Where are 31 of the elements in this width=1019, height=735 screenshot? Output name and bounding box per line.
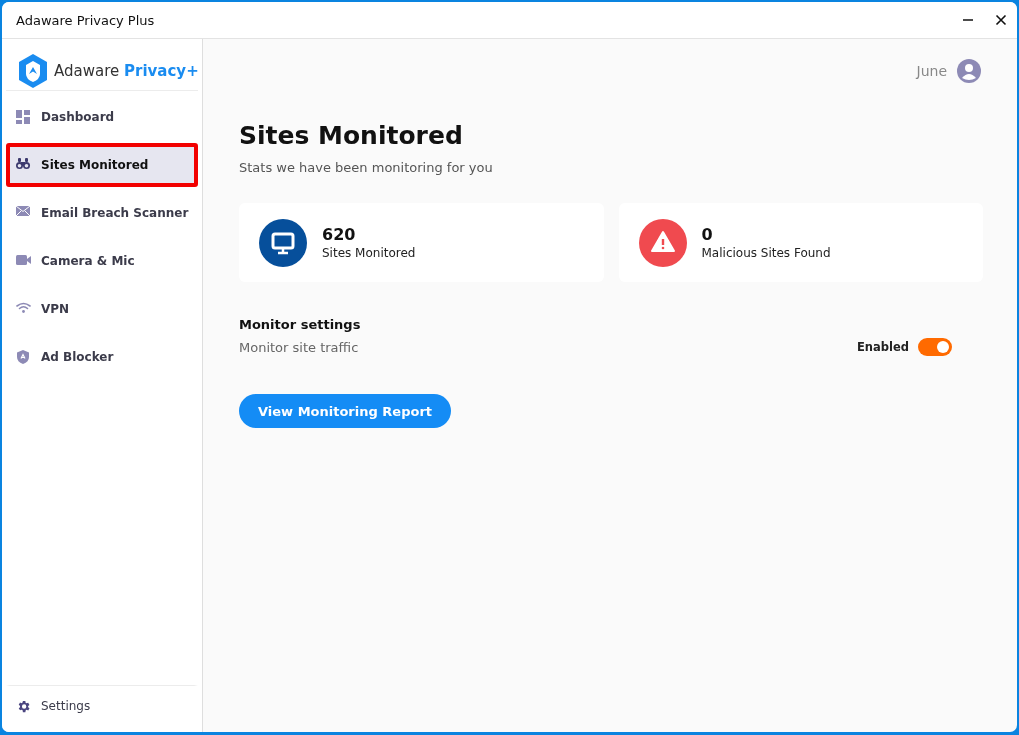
logo-text: Adaware Privacy+ bbox=[54, 62, 199, 80]
video-camera-icon bbox=[16, 254, 31, 268]
close-icon bbox=[994, 14, 1007, 26]
stat-label: Malicious Sites Found bbox=[701, 246, 831, 260]
nav-item[interactable]: Dashboard bbox=[6, 95, 198, 139]
shield-icon bbox=[16, 350, 31, 364]
toggle-switch[interactable] bbox=[918, 338, 952, 356]
stat-label: Sites Monitored bbox=[322, 246, 416, 260]
gear-icon bbox=[16, 698, 31, 714]
page-title: Sites Monitored bbox=[239, 121, 464, 150]
settings-heading: Monitor settings bbox=[239, 317, 362, 332]
page-subtitle: Stats we have been monitoring for you bbox=[239, 160, 494, 175]
toggle-status: Enabled bbox=[857, 340, 909, 354]
nav-item[interactable]: Sites Monitored bbox=[6, 143, 198, 187]
stat-value: 620 bbox=[322, 225, 357, 244]
settings-item[interactable]: Settings bbox=[6, 685, 198, 730]
logo-icon bbox=[18, 54, 48, 88]
window-title: Adaware Privacy Plus bbox=[16, 12, 155, 28]
stat-value: 0 bbox=[701, 225, 714, 244]
nav-item[interactable]: VPN bbox=[6, 287, 198, 331]
warning-icon bbox=[638, 218, 687, 267]
user-avatar-icon bbox=[957, 59, 981, 83]
wifi-icon bbox=[16, 302, 31, 316]
nav-item[interactable]: Camera & Mic bbox=[6, 239, 198, 283]
nav-item[interactable]: Ad Blocker bbox=[6, 335, 198, 379]
binoculars-icon bbox=[16, 158, 31, 172]
nav-item[interactable]: Email Breach Scanner bbox=[6, 191, 198, 235]
setting-label: Monitor site traffic bbox=[239, 339, 359, 355]
grid-icon bbox=[16, 110, 31, 124]
monitor-icon bbox=[259, 218, 307, 267]
user-name: June bbox=[916, 63, 947, 79]
